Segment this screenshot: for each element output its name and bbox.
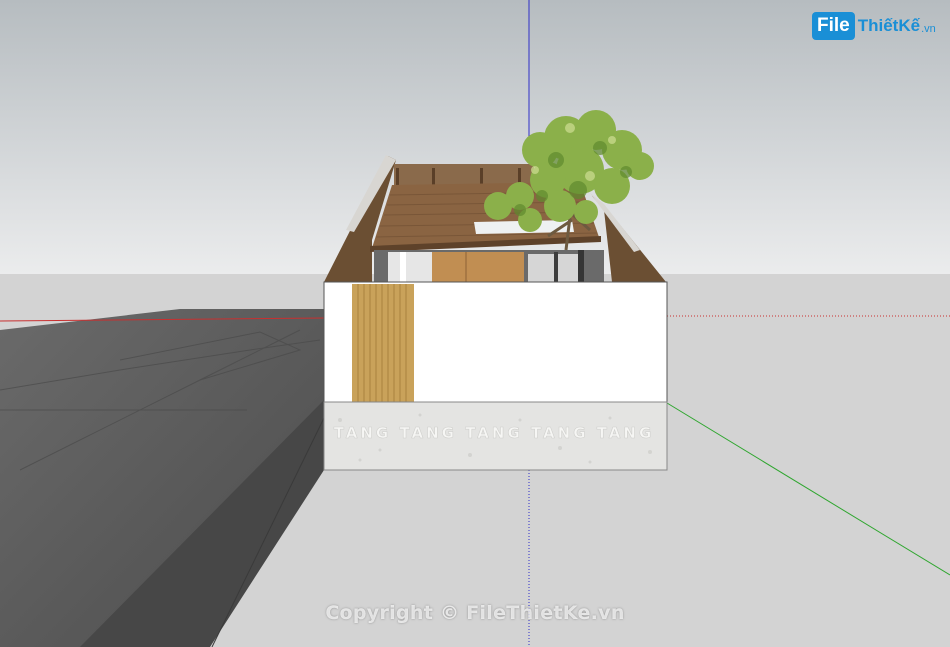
interior-window (528, 254, 578, 282)
3d-model-scene[interactable]: TANG TANG TANG TANG TANG (0, 0, 950, 647)
bamboo-gate (352, 284, 414, 402)
logo-badge: File (812, 12, 855, 40)
interior-column-2 (554, 252, 558, 282)
interior-wall-light (388, 252, 432, 282)
interior-column (400, 252, 406, 282)
interior-dark-post (578, 250, 584, 282)
logo-domain: .vn (921, 23, 936, 35)
filethietke-logo[interactable]: File ThiếtKế .vn (812, 10, 936, 42)
logo-name: ThiếtKế (857, 16, 921, 35)
wall-stamp-text: TANG TANG TANG TANG TANG (334, 424, 655, 442)
copyright-watermark: Copyright © FileThietKe.vn (325, 602, 625, 624)
back-parapet (394, 164, 534, 186)
interior-wood-panel (432, 252, 524, 282)
sketchup-viewport[interactable]: TANG TANG TANG TANG TANG File ThiếtKế .v… (0, 0, 950, 647)
